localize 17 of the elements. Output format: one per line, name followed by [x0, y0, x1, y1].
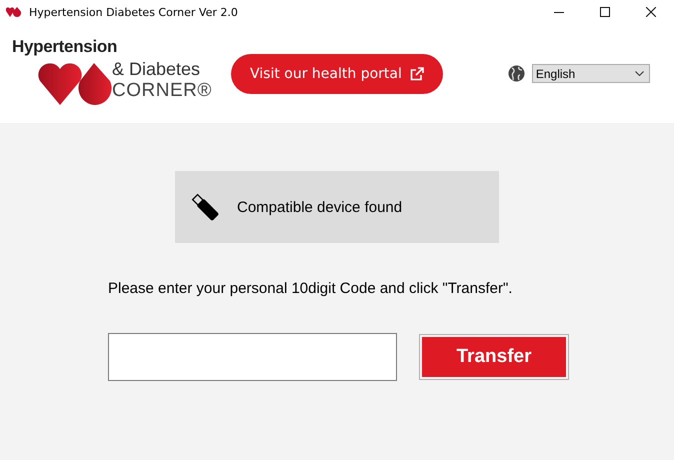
globe-icon — [508, 65, 525, 82]
external-link-icon — [410, 66, 424, 80]
language-dropdown[interactable]: English — [532, 64, 650, 83]
logo-text: Hypertension — [12, 36, 118, 56]
portal-button[interactable]: Visit our health portal — [231, 54, 443, 94]
instruction-text: Please enter your personal 10digit Code and click "Transfer". — [108, 280, 512, 297]
usb-stick-icon — [191, 192, 219, 222]
logo-text: CORNER® — [112, 80, 212, 102]
chevron-down-icon — [634, 71, 644, 76]
code-input-field[interactable] — [108, 333, 397, 381]
maximize-icon[interactable] — [600, 7, 610, 17]
window-title: Hypertension Diabetes Corner Ver 2.0 — [29, 6, 238, 18]
hearts-icon — [6, 7, 22, 17]
close-icon[interactable] — [646, 7, 656, 17]
transfer-button[interactable]: Transfer — [422, 337, 566, 377]
status-text: Compatible device found — [237, 198, 402, 216]
logo-text: & Diabetes — [112, 58, 202, 80]
